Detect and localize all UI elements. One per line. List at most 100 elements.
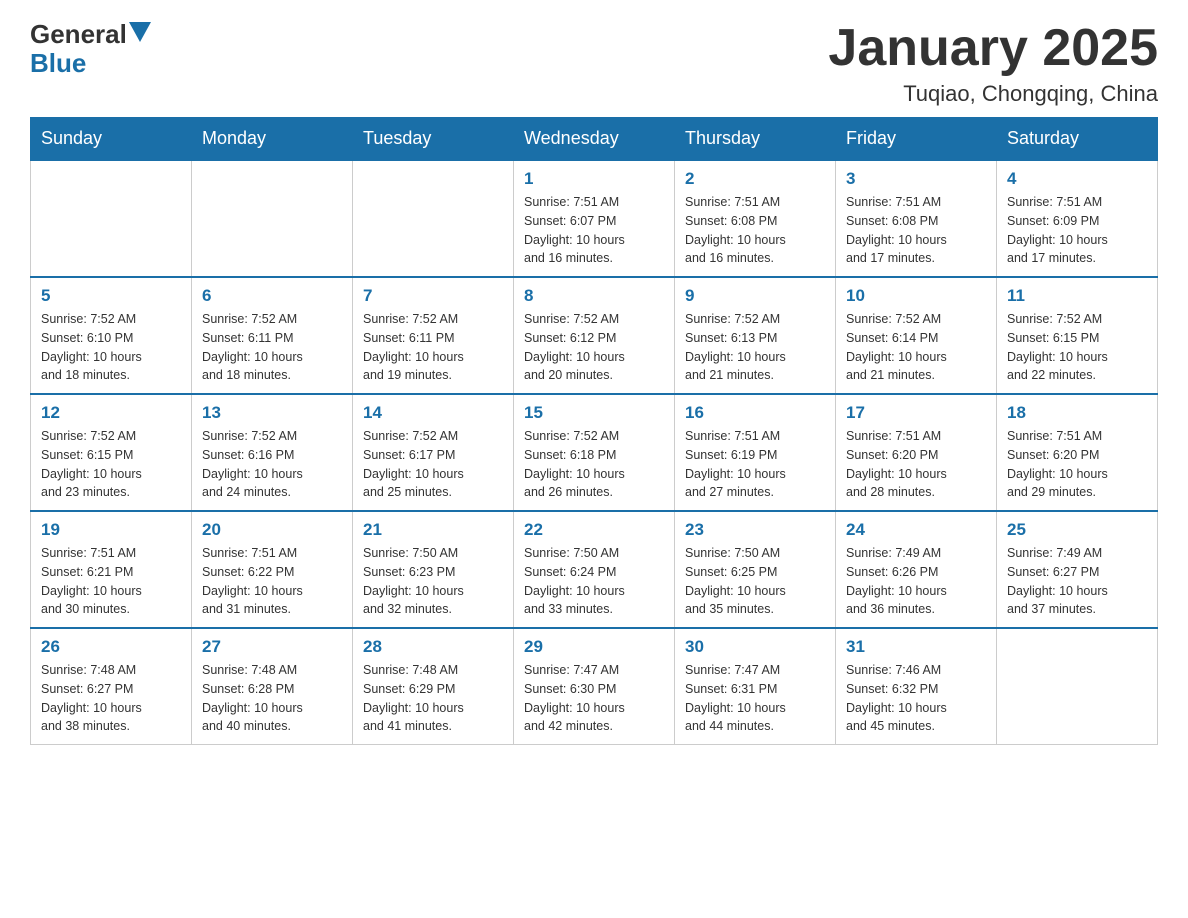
day-number: 19 — [41, 520, 181, 540]
day-info: Sunrise: 7:52 AM Sunset: 6:18 PM Dayligh… — [524, 427, 664, 502]
calendar-cell: 22 Sunrise: 7:50 AM Sunset: 6:24 PM Dayli… — [514, 511, 675, 628]
calendar-cell — [31, 160, 192, 277]
day-number: 13 — [202, 403, 342, 423]
day-number: 20 — [202, 520, 342, 540]
logo-blue-text: Blue — [30, 48, 86, 78]
page: General Blue January 2025 Tuqiao, Chongq… — [0, 0, 1188, 765]
day-number: 9 — [685, 286, 825, 306]
day-info: Sunrise: 7:50 AM Sunset: 6:25 PM Dayligh… — [685, 544, 825, 619]
calendar-cell: 25Sunrise: 7:49 AM Sunset: 6:27 PM Dayli… — [997, 511, 1158, 628]
day-info: Sunrise: 7:48 AM Sunset: 6:28 PM Dayligh… — [202, 661, 342, 736]
calendar-cell: 12 Sunrise: 7:52 AM Sunset: 6:15 PM Dayli… — [31, 394, 192, 511]
calendar-cell: 2 Sunrise: 7:51 AM Sunset: 6:08 PM Daylig… — [675, 160, 836, 277]
calendar-cell: 24 Sunrise: 7:49 AM Sunset: 6:26 PM Dayli… — [836, 511, 997, 628]
calendar-cell: 7Sunrise: 7:52 AM Sunset: 6:11 PM Daylig… — [353, 277, 514, 394]
calendar-cell: 21 Sunrise: 7:50 AM Sunset: 6:23 PM Dayli… — [353, 511, 514, 628]
week-row-2: 5 Sunrise: 7:52 AM Sunset: 6:10 PM Daylig… — [31, 277, 1158, 394]
day-info: Sunrise: 7:51 AM Sunset: 6:20 PM Dayligh… — [846, 427, 986, 502]
calendar-cell: 4 Sunrise: 7:51 AM Sunset: 6:09 PM Daylig… — [997, 160, 1158, 277]
day-number: 27 — [202, 637, 342, 657]
calendar-cell: 3 Sunrise: 7:51 AM Sunset: 6:08 PM Daylig… — [836, 160, 997, 277]
day-number: 6 — [202, 286, 342, 306]
day-number: 28 — [363, 637, 503, 657]
calendar-cell: 28 Sunrise: 7:48 AM Sunset: 6:29 PM Dayli… — [353, 628, 514, 745]
day-number: 24 — [846, 520, 986, 540]
calendar-cell: 6 Sunrise: 7:52 AM Sunset: 6:11 PM Daylig… — [192, 277, 353, 394]
day-number: 4 — [1007, 169, 1147, 189]
calendar-cell — [192, 160, 353, 277]
calendar-header-tuesday: Tuesday — [353, 118, 514, 161]
calendar-header-saturday: Saturday — [997, 118, 1158, 161]
day-number: 8 — [524, 286, 664, 306]
calendar-cell: 10Sunrise: 7:52 AM Sunset: 6:14 PM Dayli… — [836, 277, 997, 394]
day-info: Sunrise: 7:51 AM Sunset: 6:22 PM Dayligh… — [202, 544, 342, 619]
day-info: Sunrise: 7:46 AM Sunset: 6:32 PM Dayligh… — [846, 661, 986, 736]
calendar-cell: 9 Sunrise: 7:52 AM Sunset: 6:13 PM Daylig… — [675, 277, 836, 394]
day-info: Sunrise: 7:47 AM Sunset: 6:31 PM Dayligh… — [685, 661, 825, 736]
calendar-cell: 27 Sunrise: 7:48 AM Sunset: 6:28 PM Dayli… — [192, 628, 353, 745]
day-info: Sunrise: 7:52 AM Sunset: 6:13 PM Dayligh… — [685, 310, 825, 385]
day-info: Sunrise: 7:52 AM Sunset: 6:16 PM Dayligh… — [202, 427, 342, 502]
calendar-cell: 1Sunrise: 7:51 AM Sunset: 6:07 PM Daylig… — [514, 160, 675, 277]
calendar-cell: 15Sunrise: 7:52 AM Sunset: 6:18 PM Dayli… — [514, 394, 675, 511]
day-info: Sunrise: 7:51 AM Sunset: 6:21 PM Dayligh… — [41, 544, 181, 619]
calendar-header-wednesday: Wednesday — [514, 118, 675, 161]
day-info: Sunrise: 7:52 AM Sunset: 6:15 PM Dayligh… — [41, 427, 181, 502]
day-info: Sunrise: 7:51 AM Sunset: 6:09 PM Dayligh… — [1007, 193, 1147, 268]
day-number: 14 — [363, 403, 503, 423]
calendar-cell — [353, 160, 514, 277]
day-info: Sunrise: 7:51 AM Sunset: 6:08 PM Dayligh… — [685, 193, 825, 268]
calendar-cell: 30 Sunrise: 7:47 AM Sunset: 6:31 PM Dayli… — [675, 628, 836, 745]
week-row-4: 19 Sunrise: 7:51 AM Sunset: 6:21 PM Dayli… — [31, 511, 1158, 628]
day-info: Sunrise: 7:51 AM Sunset: 6:20 PM Dayligh… — [1007, 427, 1147, 502]
day-info: Sunrise: 7:47 AM Sunset: 6:30 PM Dayligh… — [524, 661, 664, 736]
day-info: Sunrise: 7:52 AM Sunset: 6:17 PM Dayligh… — [363, 427, 503, 502]
day-number: 25 — [1007, 520, 1147, 540]
calendar-cell: 31Sunrise: 7:46 AM Sunset: 6:32 PM Dayli… — [836, 628, 997, 745]
calendar-table: SundayMondayTuesdayWednesdayThursdayFrid… — [30, 117, 1158, 745]
calendar-cell: 5 Sunrise: 7:52 AM Sunset: 6:10 PM Daylig… — [31, 277, 192, 394]
day-number: 23 — [685, 520, 825, 540]
day-info: Sunrise: 7:49 AM Sunset: 6:26 PM Dayligh… — [846, 544, 986, 619]
calendar-cell: 23 Sunrise: 7:50 AM Sunset: 6:25 PM Dayli… — [675, 511, 836, 628]
title-block: January 2025 Tuqiao, Chongqing, China — [828, 20, 1158, 107]
day-info: Sunrise: 7:48 AM Sunset: 6:29 PM Dayligh… — [363, 661, 503, 736]
day-info: Sunrise: 7:52 AM Sunset: 6:10 PM Dayligh… — [41, 310, 181, 385]
calendar-header-sunday: Sunday — [31, 118, 192, 161]
calendar-header-row: SundayMondayTuesdayWednesdayThursdayFrid… — [31, 118, 1158, 161]
day-number: 3 — [846, 169, 986, 189]
calendar-cell: 26 Sunrise: 7:48 AM Sunset: 6:27 PM Dayli… — [31, 628, 192, 745]
calendar-cell: 16Sunrise: 7:51 AM Sunset: 6:19 PM Dayli… — [675, 394, 836, 511]
day-number: 21 — [363, 520, 503, 540]
day-info: Sunrise: 7:52 AM Sunset: 6:12 PM Dayligh… — [524, 310, 664, 385]
day-info: Sunrise: 7:48 AM Sunset: 6:27 PM Dayligh… — [41, 661, 181, 736]
week-row-1: 1Sunrise: 7:51 AM Sunset: 6:07 PM Daylig… — [31, 160, 1158, 277]
logo: General Blue — [30, 20, 151, 77]
day-number: 17 — [846, 403, 986, 423]
calendar-header-monday: Monday — [192, 118, 353, 161]
day-number: 26 — [41, 637, 181, 657]
calendar-cell: 11Sunrise: 7:52 AM Sunset: 6:15 PM Dayli… — [997, 277, 1158, 394]
calendar-header-friday: Friday — [836, 118, 997, 161]
location-title: Tuqiao, Chongqing, China — [828, 81, 1158, 107]
day-number: 22 — [524, 520, 664, 540]
day-info: Sunrise: 7:50 AM Sunset: 6:24 PM Dayligh… — [524, 544, 664, 619]
day-info: Sunrise: 7:50 AM Sunset: 6:23 PM Dayligh… — [363, 544, 503, 619]
day-info: Sunrise: 7:52 AM Sunset: 6:11 PM Dayligh… — [202, 310, 342, 385]
calendar-cell: 29 Sunrise: 7:47 AM Sunset: 6:30 PM Dayli… — [514, 628, 675, 745]
day-info: Sunrise: 7:51 AM Sunset: 6:08 PM Dayligh… — [846, 193, 986, 268]
day-number: 2 — [685, 169, 825, 189]
calendar-cell — [997, 628, 1158, 745]
day-info: Sunrise: 7:52 AM Sunset: 6:15 PM Dayligh… — [1007, 310, 1147, 385]
day-number: 12 — [41, 403, 181, 423]
calendar-cell: 17 Sunrise: 7:51 AM Sunset: 6:20 PM Dayli… — [836, 394, 997, 511]
day-number: 30 — [685, 637, 825, 657]
day-number: 18 — [1007, 403, 1147, 423]
day-number: 29 — [524, 637, 664, 657]
day-number: 1 — [524, 169, 664, 189]
logo-general-text: General — [30, 20, 127, 49]
week-row-5: 26 Sunrise: 7:48 AM Sunset: 6:27 PM Dayli… — [31, 628, 1158, 745]
day-info: Sunrise: 7:52 AM Sunset: 6:14 PM Dayligh… — [846, 310, 986, 385]
day-info: Sunrise: 7:52 AM Sunset: 6:11 PM Dayligh… — [363, 310, 503, 385]
day-number: 5 — [41, 286, 181, 306]
